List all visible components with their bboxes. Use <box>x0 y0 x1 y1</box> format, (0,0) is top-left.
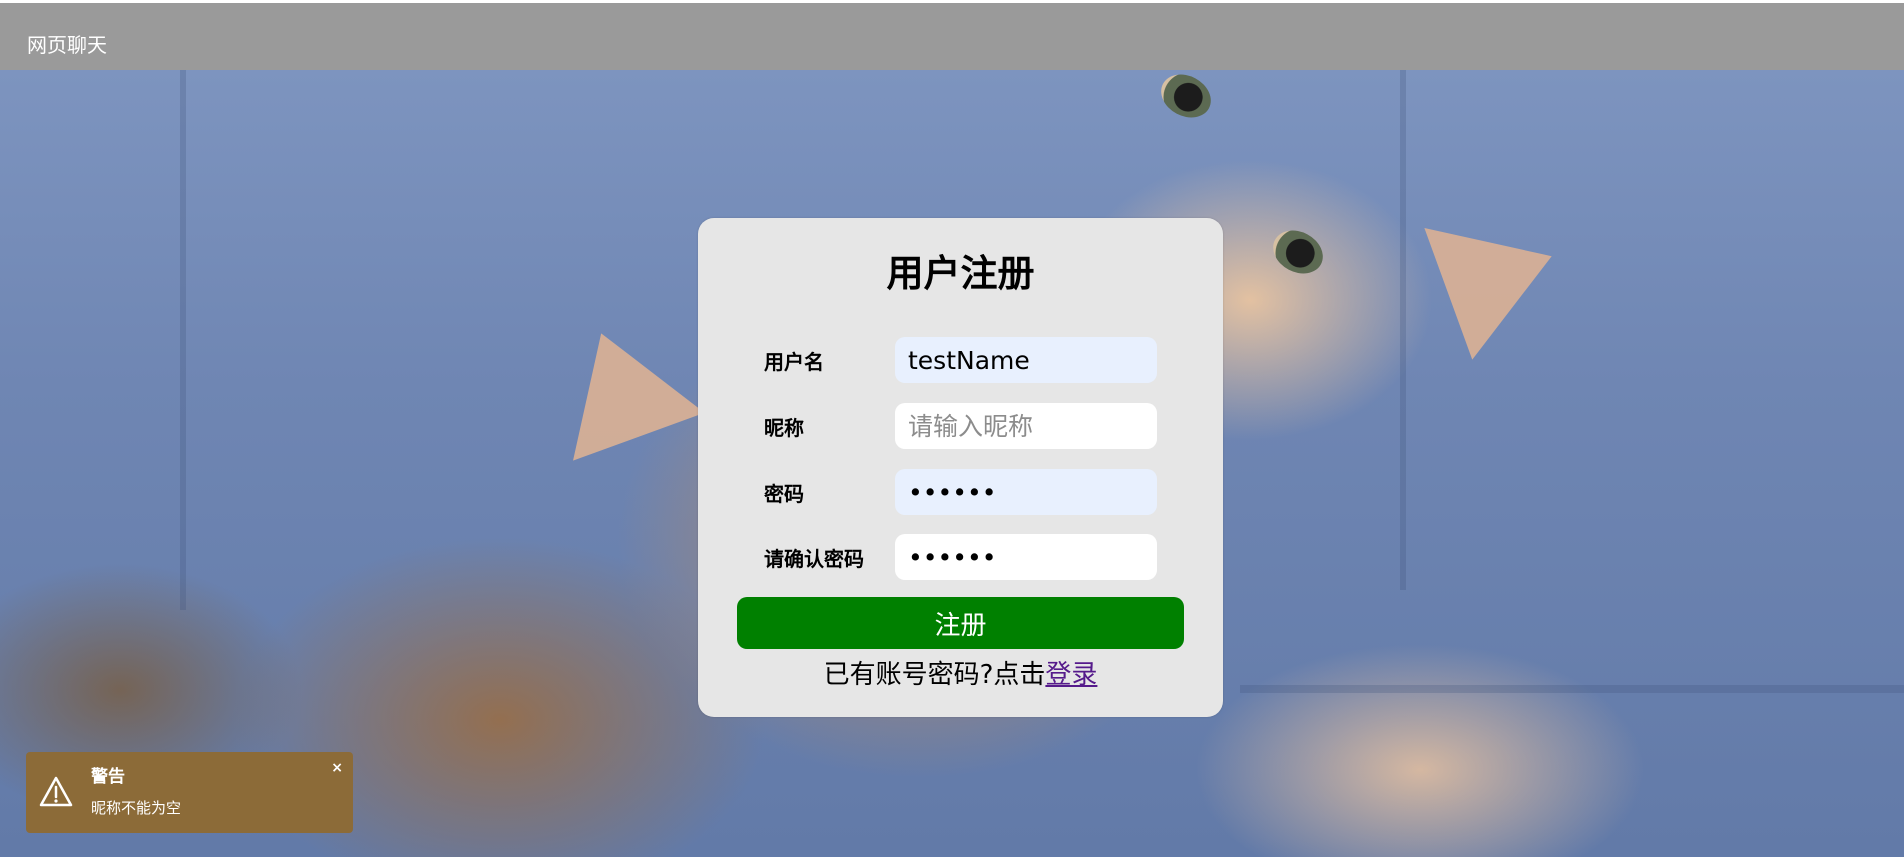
username-label: 用户名 <box>764 350 824 374</box>
confirm-password-input[interactable] <box>895 534 1157 580</box>
password-row: 密码 <box>698 469 1223 517</box>
login-link[interactable]: 登录 <box>1045 660 1097 690</box>
toast-message: 昵称不能为空 <box>91 799 182 817</box>
login-hint: 已有账号密码?点击登录 <box>698 657 1223 693</box>
register-title: 用户注册 <box>886 252 1035 295</box>
nickname-input[interactable] <box>895 403 1157 449</box>
warning-icon <box>38 774 74 810</box>
cat-eye <box>1265 222 1331 282</box>
cat-ear <box>535 309 705 461</box>
header-title: 网页聊天 <box>27 33 107 57</box>
sofa-seam <box>180 70 186 610</box>
header-bar: 网页聊天 <box>0 3 1904 70</box>
sofa-seam <box>1400 70 1406 590</box>
toast-title: 警告 <box>91 767 125 787</box>
confirm-password-label: 请确认密码 <box>764 547 864 571</box>
close-icon[interactable]: × <box>331 760 343 776</box>
cat-ear <box>1424 190 1576 360</box>
page: 网页聊天 用户注册 用户名 昵称 密码 请确认密码 注册 已有账号密 <box>0 0 1904 857</box>
sofa-seam <box>1240 685 1904 693</box>
register-card: 用户注册 用户名 昵称 密码 请确认密码 注册 已有账号密码?点击登录 <box>698 218 1223 717</box>
warning-toast: 警告 昵称不能为空 × <box>26 752 353 833</box>
nickname-label: 昵称 <box>764 416 804 440</box>
cat-eye <box>1153 66 1219 126</box>
username-row: 用户名 <box>698 337 1223 385</box>
register-button[interactable]: 注册 <box>737 597 1184 649</box>
password-label: 密码 <box>764 482 804 506</box>
password-input[interactable] <box>895 469 1157 515</box>
confirm-password-row: 请确认密码 <box>698 534 1223 582</box>
nickname-row: 昵称 <box>698 403 1223 451</box>
login-hint-text: 已有账号密码?点击 <box>823 660 1046 690</box>
username-input[interactable] <box>895 337 1157 383</box>
